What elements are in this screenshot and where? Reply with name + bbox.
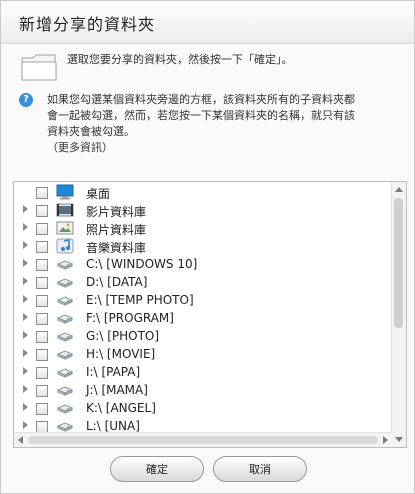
folder-checkbox[interactable] — [36, 367, 48, 379]
folder-checkbox[interactable] — [36, 331, 48, 343]
drive-icon — [56, 364, 74, 380]
expand-arrow-icon[interactable] — [23, 331, 28, 339]
folder-checkbox[interactable] — [36, 403, 48, 415]
folder-checkbox[interactable] — [36, 349, 48, 361]
tree-item-label[interactable]: G:\ [PHOTO] — [86, 329, 159, 343]
tree-item-label[interactable]: E:\ [TEMP PHOTO] — [86, 293, 194, 307]
expand-arrow-icon[interactable] — [23, 313, 28, 321]
add-shared-folder-dialog: 新增分享的資料夾 選取您要分享的資料夾，然後按一下「確定」。 ? 如果您勾選某個… — [0, 0, 415, 494]
scroll-up-icon[interactable] — [395, 187, 403, 192]
vertical-scroll-thumb[interactable] — [394, 198, 403, 328]
expand-arrow-icon[interactable] — [23, 403, 28, 411]
tree-item[interactable]: J:\ [MAMA] — [14, 382, 390, 400]
help-line-1: 如果您勾選某個資料夾旁邊的方框，該資料夾所有的子資料夾都 — [47, 93, 355, 106]
expand-arrow-icon[interactable] — [23, 223, 28, 231]
help-line-3: 資料夾會被勾選。 — [47, 125, 135, 138]
drive-icon — [56, 346, 74, 362]
tree-item[interactable]: 桌面 — [14, 184, 390, 202]
drive-icon — [56, 328, 74, 344]
tree-item-label[interactable]: 影片資料庫 — [86, 203, 146, 220]
folder-checkbox[interactable] — [36, 295, 48, 307]
vertical-scrollbar[interactable] — [391, 182, 406, 447]
tree-item[interactable]: I:\ [PAPA] — [14, 364, 390, 382]
drive-icon — [56, 256, 74, 272]
horizontal-scroll-thumb[interactable] — [28, 436, 378, 444]
video-library-icon — [56, 202, 74, 218]
folder-checkbox[interactable] — [36, 187, 48, 199]
horizontal-scrollbar[interactable] — [14, 432, 392, 447]
tree-item-label[interactable]: F:\ [PROGRAM] — [86, 311, 174, 325]
tree-item-label[interactable]: C:\ [WINDOWS 10] — [86, 257, 197, 271]
expand-arrow-icon[interactable] — [23, 205, 28, 213]
expand-arrow-icon[interactable] — [23, 241, 28, 249]
drive-icon — [56, 274, 74, 290]
help-line-2: 會一起被勾選，然而，若您按一下某個資料夾的名稱，就只有該 — [47, 109, 355, 122]
tree-item[interactable]: C:\ [WINDOWS 10] — [14, 256, 390, 274]
expand-arrow-icon[interactable] — [23, 367, 28, 375]
scroll-left-icon[interactable] — [18, 436, 23, 444]
tree-item[interactable]: 影片資料庫 — [14, 202, 390, 220]
tree-item-label[interactable]: K:\ [ANGEL] — [86, 401, 156, 415]
tree-item[interactable]: H:\ [MOVIE] — [14, 346, 390, 364]
tree-item[interactable]: 照片資料庫 — [14, 220, 390, 238]
cancel-button[interactable]: 取消 — [213, 456, 307, 482]
question-icon: ? — [19, 93, 33, 107]
tree-item[interactable]: K:\ [ANGEL] — [14, 400, 390, 418]
tree-item-label[interactable]: J:\ [MAMA] — [86, 383, 148, 397]
tree-item[interactable]: F:\ [PROGRAM] — [14, 310, 390, 328]
folder-tree[interactable]: 桌面 影片資料庫 照片資料庫 音樂資料庫 C:\ [WINDOWS 10] D:\ [DA… — [13, 181, 407, 448]
help-text: 如果您勾選某個資料夾旁邊的方框，該資料夾所有的子資料夾都 會一起被勾選，然而，若… — [47, 92, 402, 156]
tree-item[interactable]: 音樂資料庫 — [14, 238, 390, 256]
tree-item[interactable]: D:\ [DATA] — [14, 274, 390, 292]
tree-item[interactable]: G:\ [PHOTO] — [14, 328, 390, 346]
expand-arrow-icon[interactable] — [23, 277, 28, 285]
folder-checkbox[interactable] — [36, 313, 48, 325]
drive-icon — [56, 292, 74, 308]
tree-item-label[interactable]: L:\ [UNA] — [86, 419, 140, 433]
expand-arrow-icon[interactable] — [23, 421, 28, 429]
scroll-down-icon[interactable] — [395, 437, 403, 442]
scroll-right-icon[interactable] — [383, 436, 388, 444]
tree-item-label[interactable]: D:\ [DATA] — [86, 275, 147, 289]
desktop-icon — [56, 184, 74, 200]
expand-arrow-icon[interactable] — [23, 259, 28, 267]
folder-checkbox[interactable] — [36, 259, 48, 271]
more-info-link[interactable]: （更多資訊） — [47, 140, 402, 156]
folder-icon — [21, 53, 57, 81]
tree-item-label[interactable]: 音樂資料庫 — [86, 239, 146, 256]
folder-checkbox[interactable] — [36, 277, 48, 289]
photo-library-icon — [56, 220, 74, 236]
tree-item-label[interactable]: H:\ [MOVIE] — [86, 347, 155, 361]
dialog-title: 新增分享的資料夾 — [19, 15, 156, 34]
folder-checkbox[interactable] — [36, 205, 48, 217]
tree-item-label[interactable]: I:\ [PAPA] — [86, 365, 140, 379]
tree-item-label[interactable]: 桌面 — [86, 185, 110, 202]
expand-arrow-icon[interactable] — [23, 385, 28, 393]
expand-arrow-icon[interactable] — [23, 295, 28, 303]
tree-item-label[interactable]: 照片資料庫 — [86, 221, 146, 238]
music-library-icon — [56, 238, 74, 254]
instruction-text: 選取您要分享的資料夾，然後按一下「確定」。 — [67, 53, 293, 66]
folder-checkbox[interactable] — [36, 385, 48, 397]
ok-button[interactable]: 確定 — [110, 456, 204, 482]
folder-checkbox[interactable] — [36, 241, 48, 253]
drive-icon — [56, 310, 74, 326]
folder-tree-rows: 桌面 影片資料庫 照片資料庫 音樂資料庫 C:\ [WINDOWS 10] D:\ [DA… — [14, 184, 390, 447]
drive-icon — [56, 382, 74, 398]
folder-checkbox[interactable] — [36, 223, 48, 235]
drive-icon — [56, 400, 74, 416]
tree-item[interactable]: E:\ [TEMP PHOTO] — [14, 292, 390, 310]
title-bar: 新增分享的資料夾 — [1, 1, 414, 44]
expand-arrow-icon[interactable] — [23, 349, 28, 357]
